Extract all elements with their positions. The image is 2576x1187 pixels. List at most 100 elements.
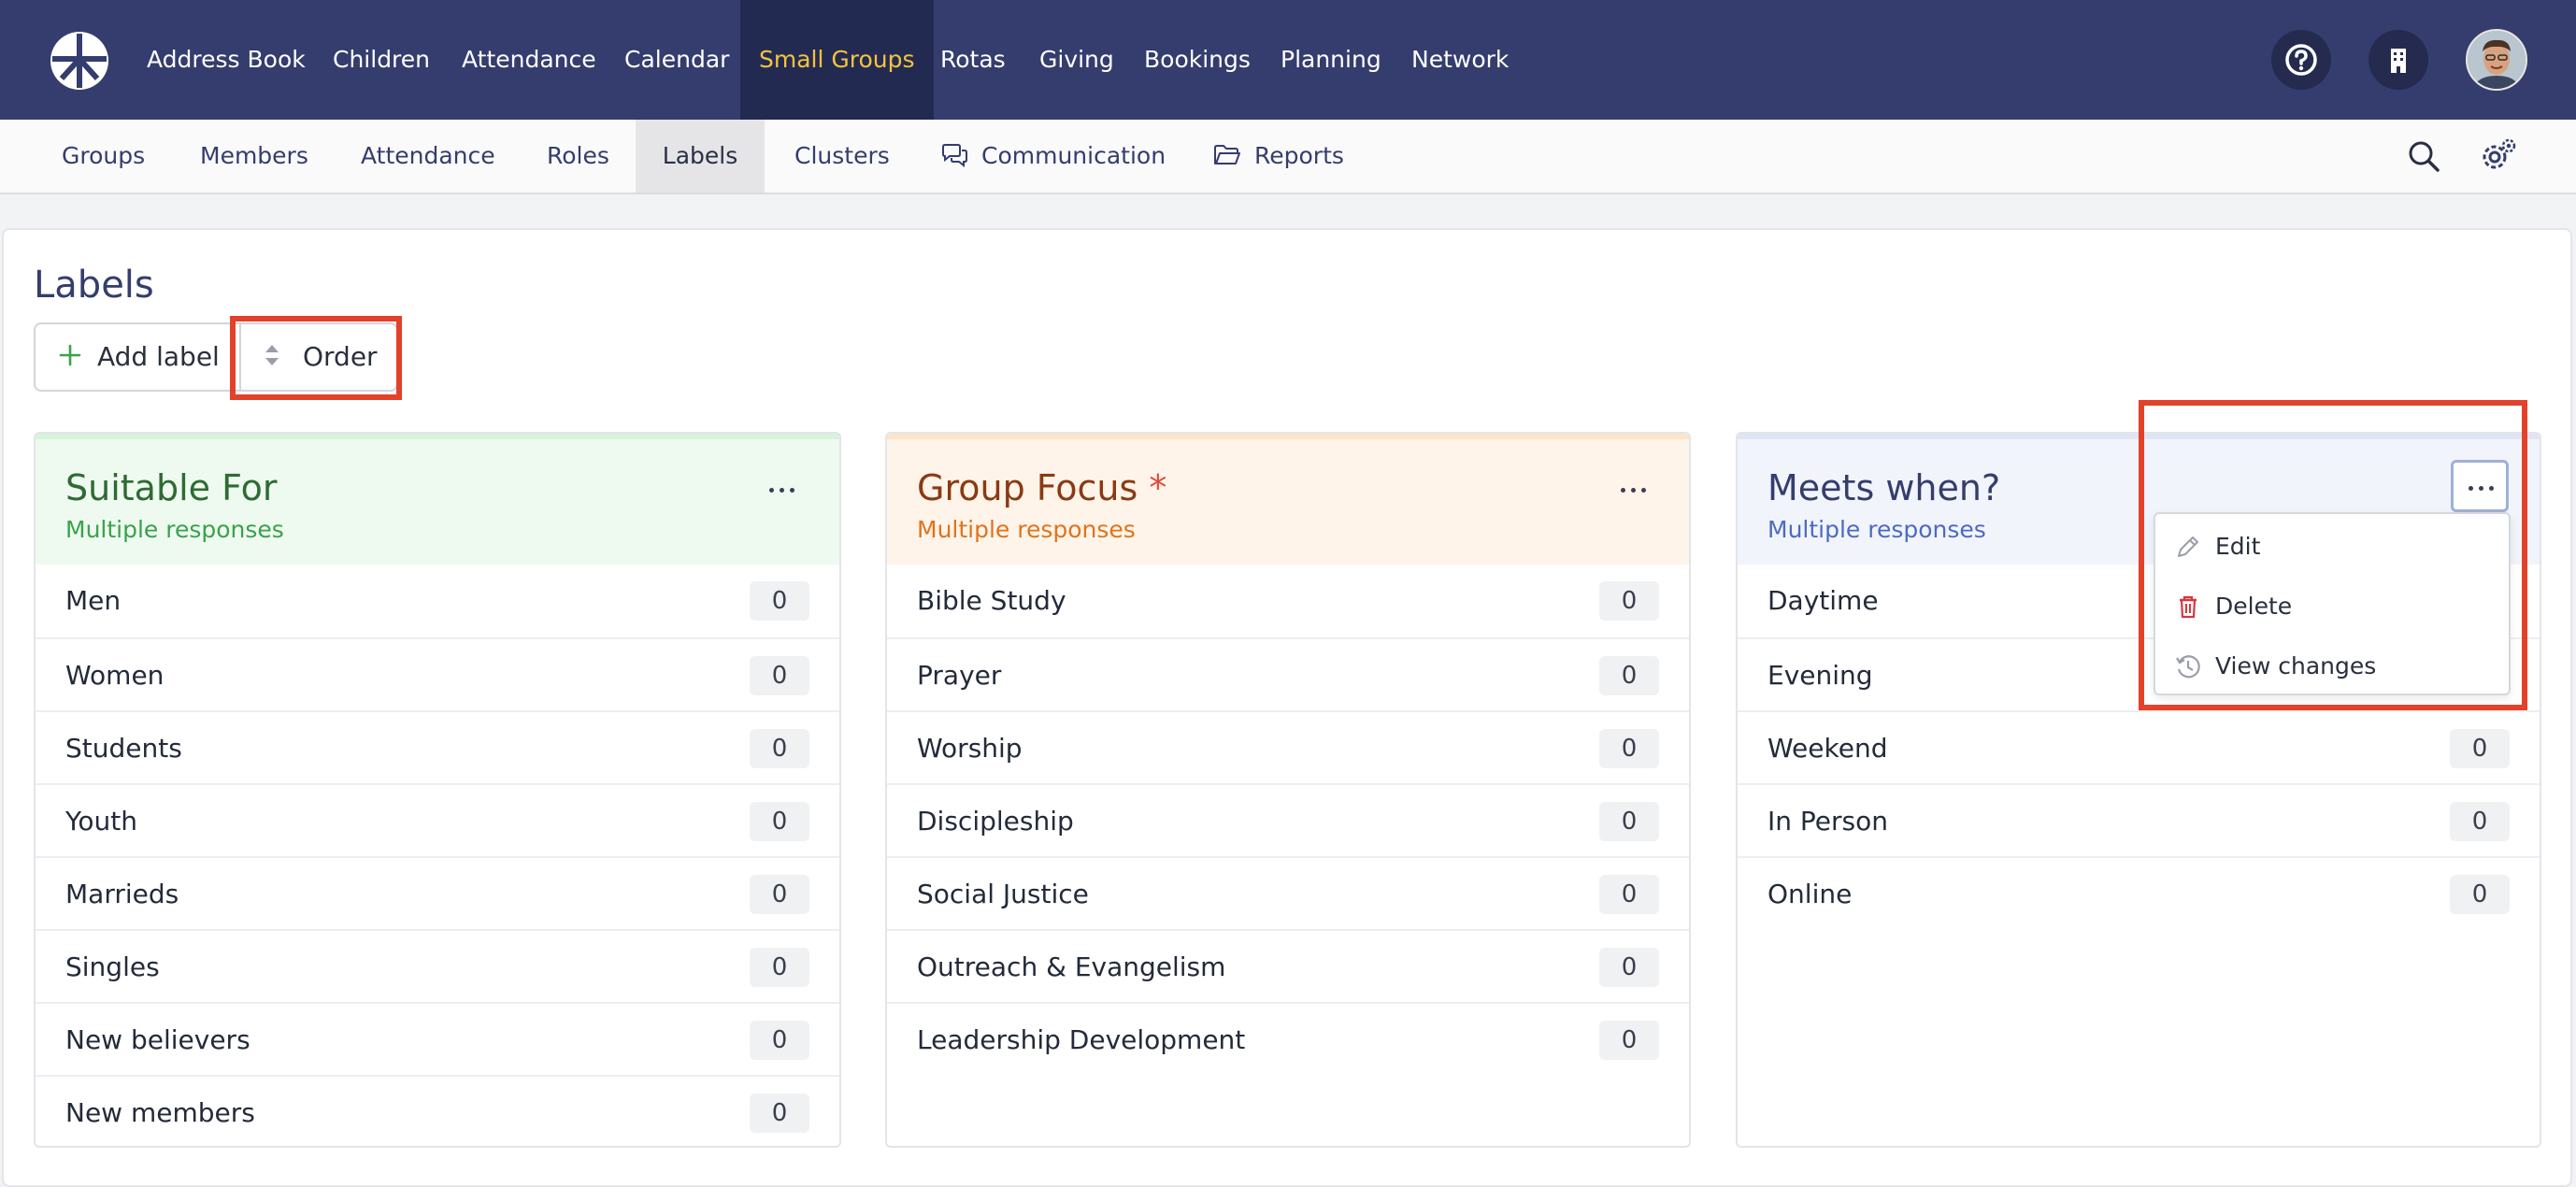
card-header-strip xyxy=(36,434,839,439)
label-count: 0 xyxy=(750,1094,809,1133)
nav-giving[interactable]: Giving xyxy=(1039,0,1114,120)
building-icon xyxy=(2391,49,2406,73)
label-count: 0 xyxy=(750,875,809,914)
label-count: 0 xyxy=(750,656,809,695)
list-item[interactable]: Marrieds 0 xyxy=(36,856,839,929)
tab-groups[interactable]: Groups xyxy=(62,120,145,193)
label-count: 0 xyxy=(750,1021,809,1060)
add-label-button[interactable]: Add label xyxy=(58,324,220,390)
card-menu-button[interactable] xyxy=(1618,479,1655,493)
organisation-button[interactable] xyxy=(2368,30,2428,90)
label-group-card: Group Focus * Multiple responses Bible S… xyxy=(885,432,1691,1148)
label-group-card: Suitable For Multiple responses Men 0 Wom… xyxy=(34,432,841,1148)
label-count: 0 xyxy=(2450,802,2510,841)
label-count: 0 xyxy=(750,729,809,768)
label-name: Prayer xyxy=(917,660,1002,691)
nav-attendance[interactable]: Attendance xyxy=(462,0,596,120)
nav-rotas[interactable]: Rotas xyxy=(940,0,1006,120)
avatar[interactable] xyxy=(2466,29,2527,91)
label-count: 0 xyxy=(750,581,809,621)
card-menu-button[interactable] xyxy=(766,479,804,493)
tab-attendance[interactable]: Attendance xyxy=(361,120,495,193)
label-name: Singles xyxy=(65,951,160,982)
label-count: 0 xyxy=(2450,729,2510,768)
nav-calendar[interactable]: Calendar xyxy=(624,0,729,120)
list-item[interactable]: Outreach & Evangelism 0 xyxy=(887,929,1689,1002)
nav-address-book[interactable]: Address Book xyxy=(147,0,306,120)
card-header: Group Focus * Multiple responses xyxy=(887,434,1689,565)
label-count: 0 xyxy=(1599,656,1659,695)
label-name: Online xyxy=(1767,879,1853,909)
label-list: Bible Study 0 Prayer 0 Worship 0 Disciplesh… xyxy=(887,565,1689,1075)
list-item[interactable]: Bible Study 0 xyxy=(887,565,1689,637)
label-count: 0 xyxy=(1599,875,1659,914)
tab-reports[interactable]: Reports xyxy=(1213,120,1344,193)
nav-planning[interactable]: Planning xyxy=(1281,0,1381,120)
label-name: New believers xyxy=(65,1024,250,1055)
label-name: Marrieds xyxy=(65,879,179,909)
label-count: 0 xyxy=(1599,948,1659,987)
tab-labels[interactable]: Labels xyxy=(636,120,765,193)
tab-communication[interactable]: Communication xyxy=(940,120,1166,193)
list-item[interactable]: Online 0 xyxy=(1738,856,2540,929)
label-name: New members xyxy=(65,1097,255,1128)
label-count: 0 xyxy=(2450,875,2510,914)
tab-roles[interactable]: Roles xyxy=(547,120,609,193)
logo-icon[interactable] xyxy=(49,30,110,92)
nav-children[interactable]: Children xyxy=(333,0,430,120)
nav-small-groups[interactable]: Small Groups xyxy=(740,0,934,120)
plus-icon xyxy=(59,344,81,366)
gear-icon[interactable] xyxy=(2479,136,2518,176)
search-icon[interactable] xyxy=(2406,138,2441,174)
nav-bookings[interactable]: Bookings xyxy=(1144,0,1251,120)
label-name: Bible Study xyxy=(917,585,1066,616)
list-item[interactable]: Discipleship 0 xyxy=(887,783,1689,856)
order-highlight-box xyxy=(230,316,402,400)
folder-icon xyxy=(1214,145,1240,164)
add-label-text: Add label xyxy=(97,341,220,372)
label-count: 0 xyxy=(750,948,809,987)
list-item[interactable]: In Person 0 xyxy=(1738,783,2540,856)
label-name: Leadership Development xyxy=(917,1024,1246,1055)
label-name: Social Justice xyxy=(917,879,1089,909)
list-item[interactable]: Youth 0 xyxy=(36,783,839,856)
list-item[interactable]: Leadership Development 0 xyxy=(887,1002,1689,1075)
tab-communication-label: Communication xyxy=(981,142,1166,169)
label-count: 0 xyxy=(1599,581,1659,621)
menu-highlight-box xyxy=(2139,400,2527,710)
list-item[interactable]: Social Justice 0 xyxy=(887,856,1689,929)
label-name: Students xyxy=(65,733,182,764)
help-button[interactable] xyxy=(2271,30,2331,90)
card-title: Suitable For xyxy=(65,467,278,508)
label-count: 0 xyxy=(750,802,809,841)
label-name: Men xyxy=(65,585,122,616)
label-count: 0 xyxy=(1599,729,1659,768)
card-subtitle: Multiple responses xyxy=(1767,516,1986,543)
list-item[interactable]: Men 0 xyxy=(36,565,839,637)
tab-clusters[interactable]: Clusters xyxy=(794,120,890,193)
card-title: Meets when? xyxy=(1767,467,2001,508)
card-subtitle: Multiple responses xyxy=(917,516,1136,543)
list-item[interactable]: Worship 0 xyxy=(887,710,1689,783)
top-navbar: Address Book Children Attendance Calenda… xyxy=(0,0,2576,120)
page-title: Labels xyxy=(34,264,154,307)
list-item[interactable]: New members 0 xyxy=(36,1075,839,1146)
user-photo-icon xyxy=(2468,31,2526,89)
list-item[interactable]: Prayer 0 xyxy=(887,637,1689,710)
nav-network[interactable]: Network xyxy=(1411,0,1509,120)
label-name: Daytime xyxy=(1767,585,1879,616)
card-header-strip xyxy=(887,434,1689,439)
list-item[interactable]: Singles 0 xyxy=(36,929,839,1002)
list-item[interactable]: Women 0 xyxy=(36,637,839,710)
list-item[interactable]: Students 0 xyxy=(36,710,839,783)
tab-members[interactable]: Members xyxy=(200,120,308,193)
sub-navbar: Groups Members Attendance Roles Labels C… xyxy=(0,120,2576,194)
list-item[interactable]: Weekend 0 xyxy=(1738,710,2540,783)
required-mark: * xyxy=(1149,467,1167,508)
label-name: In Person xyxy=(1767,806,1888,837)
label-name: Weekend xyxy=(1767,733,1888,764)
list-item[interactable]: New believers 0 xyxy=(36,1002,839,1075)
label-name: Outreach & Evangelism xyxy=(917,951,1226,982)
tab-reports-label: Reports xyxy=(1254,142,1344,169)
label-name: Women xyxy=(65,660,165,691)
